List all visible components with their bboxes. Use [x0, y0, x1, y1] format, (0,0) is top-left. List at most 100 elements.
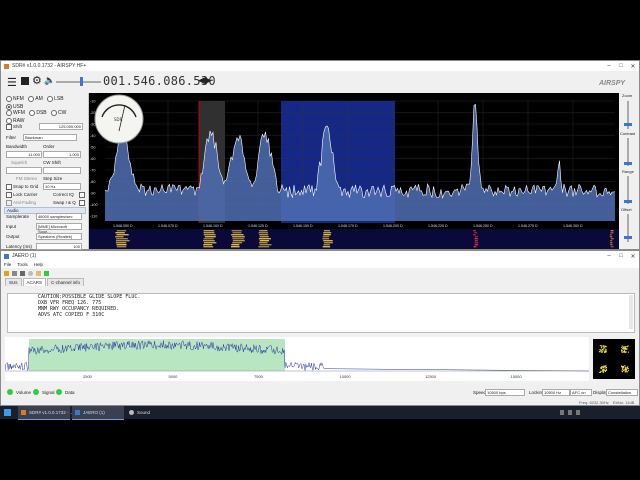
contrast-slider[interactable] — [624, 138, 632, 166]
afc-select[interactable]: AFC on — [570, 389, 592, 396]
constellation-point — [599, 351, 601, 353]
constellation-point — [603, 368, 605, 370]
mode-am[interactable]: AM — [28, 96, 43, 102]
mode-dsb[interactable]: DSB — [29, 110, 47, 116]
zoom-thumb[interactable] — [624, 123, 632, 126]
jaero-maximize-icon[interactable]: □ — [615, 253, 627, 259]
jaero-minimize-icon[interactable]: – — [603, 253, 615, 259]
latency-field[interactable]: 100 — [36, 243, 82, 250]
maximize-icon[interactable]: □ — [615, 63, 627, 69]
constellation-background — [593, 339, 635, 379]
shift-checkbox[interactable] — [6, 124, 12, 130]
anti-fading-checkbox[interactable] — [6, 200, 12, 206]
jaero-x-tick-label: 12500 — [425, 374, 437, 379]
tab-sus[interactable]: SUs — [5, 278, 22, 286]
squelch-field[interactable] — [6, 167, 42, 174]
mode-cw[interactable]: CW — [51, 110, 66, 116]
log-icon[interactable] — [20, 270, 25, 276]
minimize-icon[interactable]: – — [603, 63, 615, 69]
mode-am-radio[interactable] — [28, 96, 35, 102]
display-select[interactable]: Constellation — [606, 389, 638, 396]
mode-lsb[interactable]: LSB — [47, 96, 64, 102]
snap-checkbox[interactable] — [6, 184, 12, 190]
jaero-spectrum[interactable]: 2500500075001000012500150001750020000225… — [5, 337, 589, 381]
menu-tools[interactable]: Tools — [17, 262, 28, 267]
record-icon[interactable] — [36, 270, 41, 276]
correct-iq-checkbox[interactable] — [79, 192, 85, 198]
range-label: Range — [622, 169, 634, 174]
tab-c-channel-info[interactable]: C-channel info — [47, 278, 85, 286]
volume-slider[interactable] — [56, 77, 101, 86]
constellation-point — [624, 365, 626, 367]
mute-icon[interactable] — [28, 270, 33, 276]
range-thumb[interactable] — [624, 200, 632, 203]
waterfall-mark — [259, 236, 269, 238]
taskbar-app-sdr[interactable]: SDR# v1.0.0.1732 - ... — [18, 406, 74, 420]
output-select[interactable]: Speakers (Realtek) — [36, 233, 82, 240]
cw-shift-field[interactable] — [43, 167, 81, 174]
step-size-select[interactable]: 10 Hz — [43, 183, 81, 190]
x-tick-label: 1.546.175 D — [338, 224, 358, 228]
speed-select[interactable]: 10500 bps — [485, 389, 525, 396]
mode-dsb-radio[interactable] — [29, 110, 36, 116]
swap-iq-checkbox[interactable] — [79, 200, 85, 206]
lock-carrier-checkbox[interactable] — [6, 192, 12, 198]
mode-cw-radio[interactable] — [51, 110, 58, 116]
system-tray-icons[interactable] — [560, 410, 600, 415]
acars-message-area[interactable]: CAUTION:POSSIBLE GLIDE SLOPE FLUC. DXB V… — [7, 293, 635, 333]
menu-icon[interactable]: ☰ — [7, 76, 17, 89]
mode-wfm-radio[interactable] — [6, 110, 12, 116]
waterfall-mark — [259, 244, 272, 246]
spectrum-analyzer[interactable]: -10 -20 -30 -40 -50 -60 -70 -80 -90 -100 -110 1.54… — [89, 93, 619, 229]
volume-slider-thumb[interactable] — [80, 77, 83, 86]
samplerate-select[interactable]: 48000 samples/sec — [36, 213, 82, 220]
mode-wfm[interactable]: WFM — [6, 110, 25, 116]
waterfall-mark — [609, 234, 612, 236]
clear-icon[interactable] — [4, 270, 9, 276]
waterfall-mark — [610, 244, 613, 246]
order-field[interactable]: 1.000 — [43, 151, 81, 158]
waterfall-mark — [232, 240, 245, 242]
order-label: Order — [43, 144, 55, 149]
contrast-thumb[interactable] — [624, 162, 632, 165]
constellation-point — [623, 368, 625, 371]
signal-led — [33, 389, 39, 395]
speaker-icon[interactable]: 🔈 — [44, 75, 55, 86]
close-icon[interactable]: ✕ — [627, 63, 639, 70]
waterfall-mark — [203, 246, 214, 248]
mode-nfm-radio[interactable] — [6, 96, 12, 102]
fm-stereo-label: FM Stereo — [16, 176, 38, 181]
latency-label: Latency (ms) — [6, 244, 33, 249]
settings-icon[interactable] — [12, 270, 17, 276]
offset-thumb[interactable] — [624, 236, 632, 239]
taskbar-app-jaero[interactable]: JAERO (1) — [72, 406, 124, 420]
taskbar-app-sound[interactable]: Sound — [126, 406, 178, 419]
show-desktop-button[interactable] — [632, 406, 640, 419]
signal-label: Signal — [42, 390, 55, 395]
menu-file[interactable]: File — [4, 262, 11, 267]
play-stop-icon[interactable] — [21, 77, 29, 85]
acars-scrollbar[interactable] — [629, 295, 633, 329]
mode-lsb-radio[interactable] — [47, 96, 54, 102]
windows-start-icon[interactable] — [4, 409, 11, 416]
zoom-slider[interactable] — [624, 101, 632, 129]
waterfall[interactable] — [89, 229, 619, 249]
constellation-point — [604, 370, 606, 372]
shift-field[interactable]: 125.000.000 — [39, 123, 83, 130]
audio-on-icon[interactable] — [44, 270, 49, 276]
locking-select[interactable]: 10500 Hz — [542, 389, 570, 396]
input-select[interactable]: [MME] Microsoft Soun... — [36, 223, 82, 234]
range-slider[interactable] — [624, 176, 632, 204]
waterfall-mark — [323, 230, 330, 232]
menu-help[interactable]: Help — [34, 262, 43, 267]
constellation-point — [605, 364, 607, 367]
filter-select[interactable]: Blackman — [23, 134, 77, 141]
offset-slider[interactable] — [624, 214, 632, 242]
frequency-arrows-icon[interactable]: ◀▶ — [198, 75, 212, 86]
jaero-close-icon[interactable]: ✕ — [627, 253, 639, 260]
bandwidth-field[interactable]: 11.000 — [6, 151, 42, 158]
mode-nfm[interactable]: NFM — [6, 96, 24, 102]
gear-icon[interactable]: ⚙ — [32, 74, 42, 87]
constellation-point — [626, 367, 629, 369]
tab-acars[interactable]: ACARS — [22, 278, 47, 286]
